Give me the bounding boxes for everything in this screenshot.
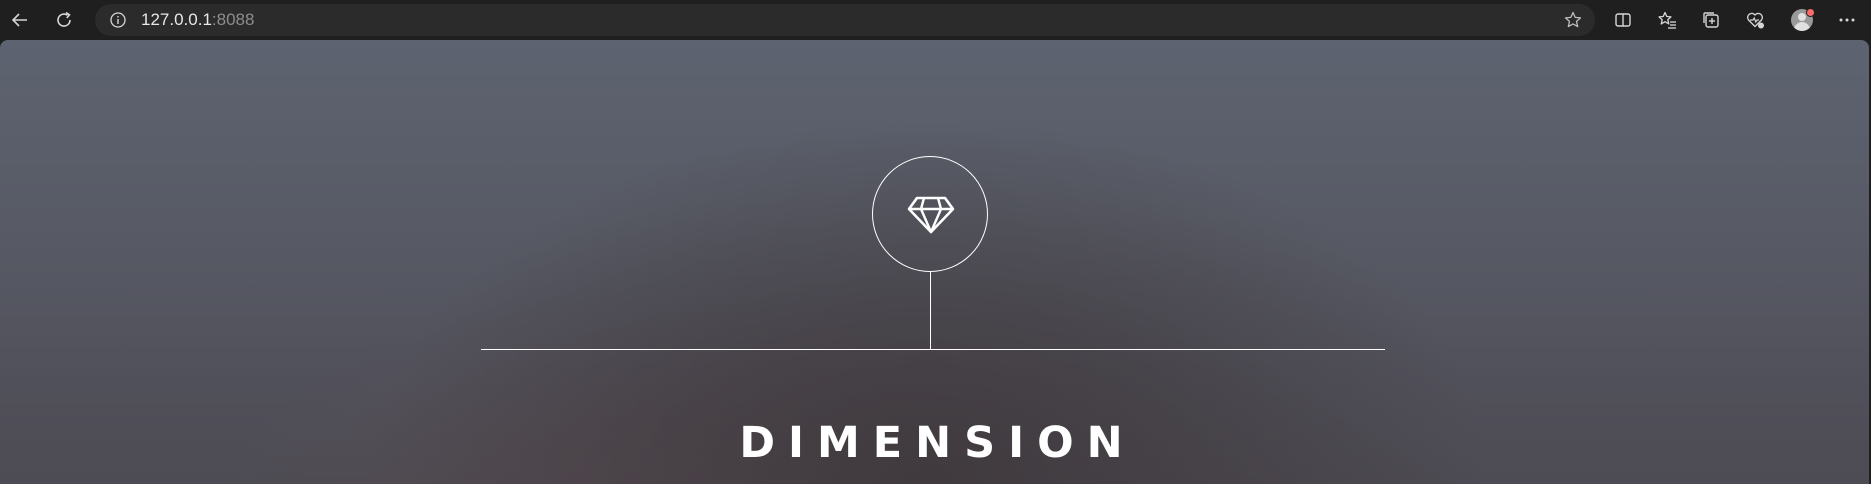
divider-line	[481, 349, 1385, 350]
site-title: DIMENSION	[739, 418, 1136, 468]
avatar-body	[1794, 22, 1810, 31]
page-viewport: DIMENSION	[0, 40, 1869, 484]
notification-dot	[1806, 8, 1815, 17]
more-options-icon	[1839, 18, 1855, 22]
refresh-button[interactable]	[52, 8, 76, 32]
collections-icon	[1703, 12, 1719, 28]
diamond-icon	[907, 196, 955, 234]
info-icon[interactable]	[109, 11, 127, 29]
favorites-button[interactable]	[1656, 9, 1678, 31]
logo	[872, 156, 988, 272]
more-options-button[interactable]	[1836, 9, 1858, 31]
back-arrow-icon	[11, 13, 27, 27]
url-text[interactable]: 127.0.0.1:8088	[141, 11, 254, 29]
url-host: 127.0.0.1	[141, 10, 212, 29]
star-icon[interactable]	[1563, 10, 1583, 30]
favorites-list-icon	[1658, 11, 1676, 29]
connector-line	[930, 272, 931, 350]
collections-button[interactable]	[1700, 9, 1722, 31]
browser-essentials-icon	[1746, 12, 1764, 29]
browser-essentials-button[interactable]	[1744, 9, 1766, 31]
split-screen-icon	[1615, 13, 1631, 27]
refresh-icon	[57, 11, 71, 27]
browser-toolbar: 127.0.0.1:8088	[0, 0, 1871, 40]
split-screen-button[interactable]	[1612, 9, 1634, 31]
back-button[interactable]	[8, 8, 32, 32]
avatar-head	[1798, 13, 1806, 21]
address-bar[interactable]: 127.0.0.1:8088	[95, 4, 1595, 36]
url-port: :8088	[211, 10, 255, 29]
